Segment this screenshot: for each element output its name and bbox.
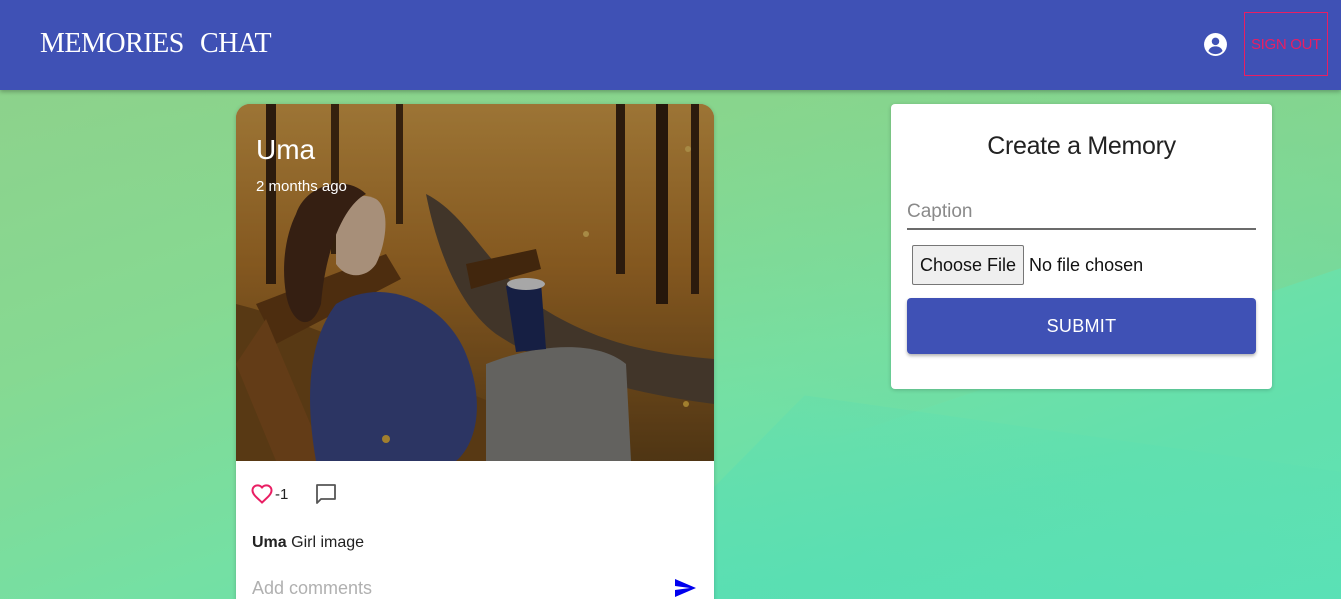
app-bar: MEMORIES CHAT SIGN OUT bbox=[0, 0, 1341, 90]
caption-text: Girl image bbox=[291, 534, 365, 551]
form-title: Create a Memory bbox=[987, 132, 1176, 160]
sign-out-button[interactable]: SIGN OUT bbox=[1244, 12, 1328, 76]
create-memory-form: Create a Memory Choose File No file chos… bbox=[891, 104, 1272, 389]
card-actions: -1 bbox=[250, 478, 338, 510]
caption-author: Uma bbox=[252, 534, 287, 551]
post-timestamp: 2 months ago bbox=[256, 178, 347, 195]
nav-memories[interactable]: MEMORIES bbox=[40, 28, 184, 60]
file-status: No file chosen bbox=[1029, 254, 1144, 275]
heart-outline-icon[interactable] bbox=[250, 482, 274, 506]
choose-file-button[interactable]: Choose File bbox=[912, 245, 1025, 285]
file-picker: Choose File No file chosen bbox=[912, 245, 1143, 285]
nav-chat[interactable]: CHAT bbox=[200, 28, 272, 60]
memory-image: Uma 2 months ago bbox=[236, 104, 714, 461]
comment-input[interactable] bbox=[252, 576, 652, 599]
account-circle-icon[interactable] bbox=[1203, 32, 1228, 57]
caption-input[interactable] bbox=[907, 196, 1256, 230]
submit-button[interactable]: SUBMIT bbox=[907, 298, 1256, 354]
send-icon[interactable] bbox=[673, 576, 697, 599]
post-author: Uma bbox=[256, 134, 316, 165]
post-caption: Uma Girl image bbox=[252, 534, 364, 552]
comment-icon[interactable] bbox=[314, 482, 338, 506]
memory-card: Uma 2 months ago -1 Uma Girl image bbox=[236, 104, 714, 599]
like-count: -1 bbox=[275, 485, 289, 503]
